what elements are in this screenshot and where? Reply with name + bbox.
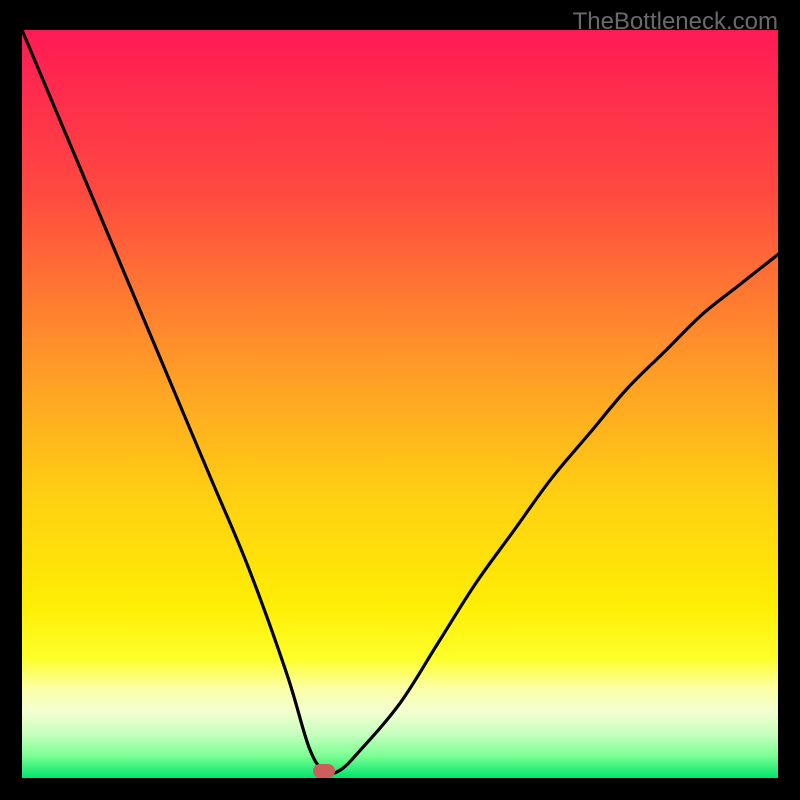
chart-minimum-marker (313, 764, 335, 778)
chart-curve (22, 30, 778, 778)
watermark-text: TheBottleneck.com (573, 8, 778, 36)
chart-plot-area (22, 30, 778, 778)
